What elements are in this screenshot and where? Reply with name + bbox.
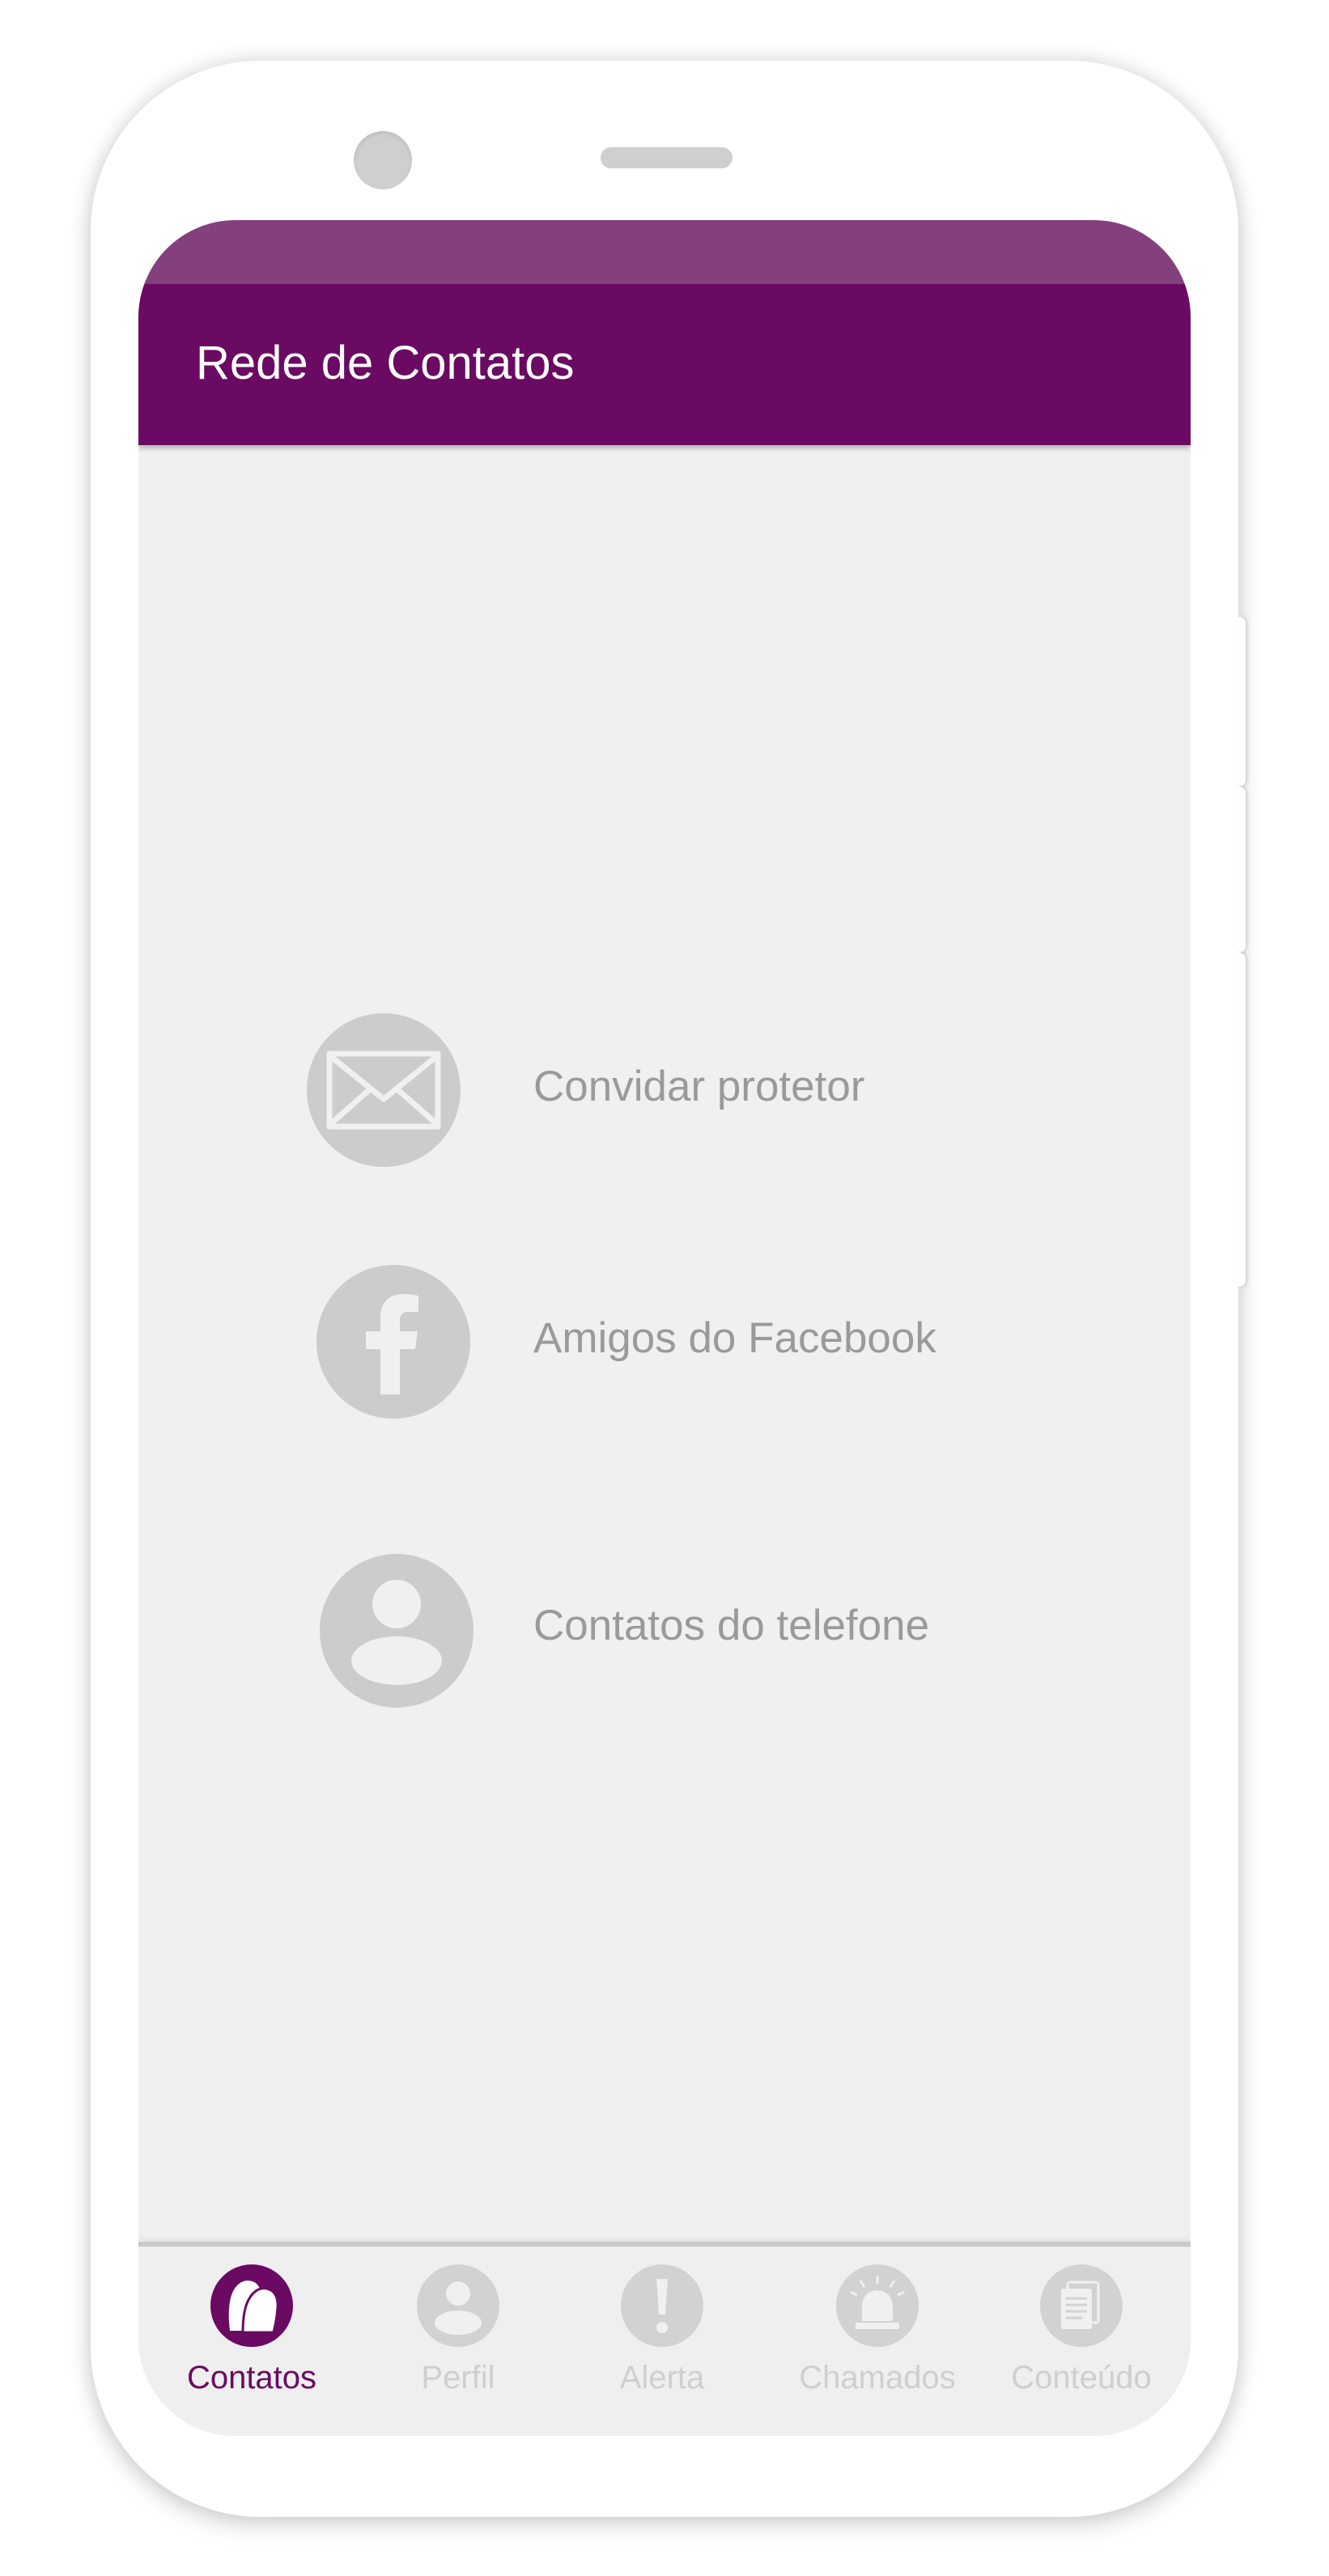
page-title: Rede de Contatos (196, 337, 575, 389)
front-camera (354, 131, 412, 189)
siren-icon (836, 2264, 919, 2347)
volume-down-button (1236, 787, 1246, 953)
nav-item-contatos[interactable]: Contatos (151, 2247, 353, 2433)
nav-label-conteudo: Conteúdo (1011, 2360, 1152, 2396)
status-bar (138, 220, 1191, 284)
phone-screen: Rede de Contatos Convidar protetor Amigo… (138, 220, 1191, 2436)
power-button (1236, 953, 1246, 1287)
app-bar: Rede de Contatos (138, 284, 1191, 445)
nav-label-alerta: Alerta (619, 2360, 705, 2396)
facebook-friends-label: Amigos do Facebook (533, 1314, 936, 1362)
facebook-friends-option[interactable]: Amigos do Facebook (138, 1265, 1191, 1427)
phone-contacts-option[interactable]: Contatos do telefone (138, 1554, 1191, 1716)
nav-item-conteudo[interactable]: Conteúdo (980, 2247, 1183, 2433)
nav-item-chamados[interactable]: Chamados (776, 2247, 979, 2433)
nav-label-perfil: Perfil (421, 2360, 495, 2396)
contacts-icon (210, 2264, 293, 2347)
nav-label-contatos: Contatos (186, 2360, 317, 2396)
profile-icon (417, 2264, 499, 2347)
earpiece-speaker (601, 147, 732, 168)
person-icon (320, 1554, 473, 1708)
alert-icon (621, 2264, 703, 2347)
nav-item-alerta[interactable]: Alerta (561, 2247, 763, 2433)
invite-protector-option[interactable]: Convidar protetor (138, 1013, 1191, 1175)
envelope-icon (307, 1013, 461, 1167)
nav-item-perfil[interactable]: Perfil (357, 2247, 559, 2433)
bottom-navigation: Contatos Perfil Alerta Chamados Conteúdo (138, 2242, 1191, 2436)
phone-contacts-label: Contatos do telefone (533, 1602, 930, 1649)
nav-label-chamados: Chamados (799, 2360, 956, 2396)
canvas: Rede de Contatos Convidar protetor Amigo… (0, 0, 1329, 2576)
content-icon (1040, 2264, 1123, 2347)
volume-up-button (1236, 617, 1246, 787)
main-content: Convidar protetor Amigos do Facebook Con… (138, 445, 1191, 2242)
facebook-icon (316, 1265, 470, 1419)
invite-protector-label: Convidar protetor (533, 1063, 865, 1110)
